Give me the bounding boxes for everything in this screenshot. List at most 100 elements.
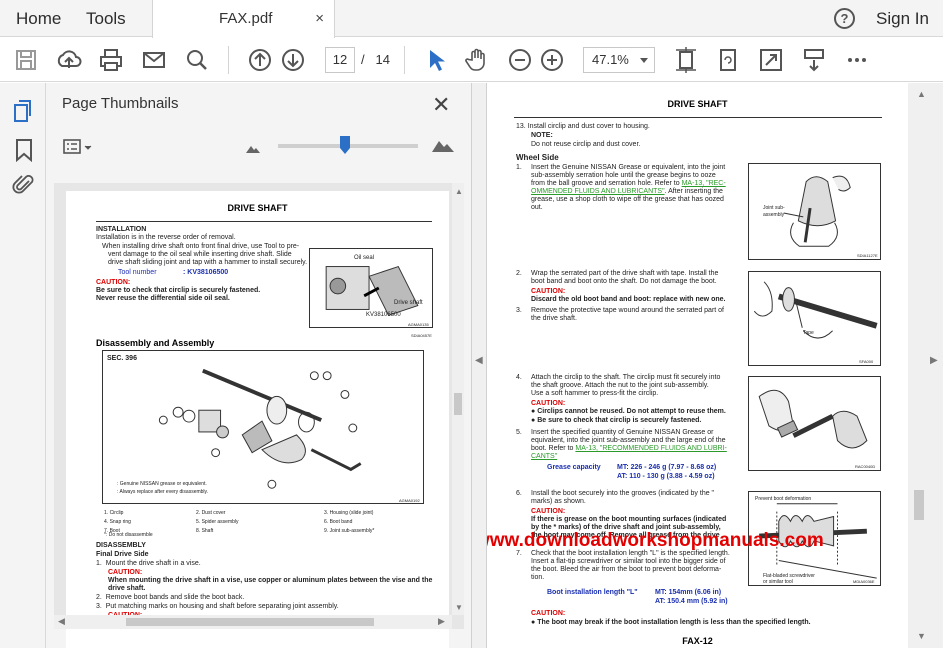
previous-page-icon[interactable]: [246, 46, 274, 74]
expand-right-arrow-icon[interactable]: ▶: [930, 355, 938, 366]
top-menu-bar: Home Tools FAX.pdf × ? Sign In: [0, 0, 943, 38]
scroll-down-icon[interactable]: ▼: [917, 631, 926, 641]
thumb-parts-list: 1. Circlip 2. Dust cover 3. Housing (sli…: [104, 509, 434, 537]
link-ma13-1[interactable]: MA-13, "REC-: [682, 180, 726, 187]
thumb-fig2-code: AGMA0192: [399, 498, 420, 503]
thumbnail-h-scrollbar[interactable]: ◀ ▶: [54, 615, 452, 629]
thumb-part-num: 6.: [324, 519, 329, 525]
document-view[interactable]: DRIVE SHAFT 13. Install circlip and dust…: [487, 83, 908, 648]
thumb-installation: INSTALLATION: [96, 226, 147, 233]
w1a: Insert the Genuine NISSAN Grease or equi…: [531, 164, 726, 171]
thumb-rule: [96, 221, 432, 222]
w7c: the boot. Bleed the air from the boot to…: [531, 566, 722, 573]
collapse-arrow-icon[interactable]: ◀: [475, 355, 483, 366]
thumb-fig1-code: AGMA0135: [408, 322, 429, 327]
email-icon[interactable]: [140, 46, 168, 74]
thumbnail-options-menu[interactable]: [62, 137, 94, 157]
panel-title: Page Thumbnails: [62, 95, 179, 112]
w6a: Install the boot securely into the groov…: [531, 490, 715, 497]
thumb-step1-caution-text: When mounting the drive shaft in a vise,…: [108, 577, 433, 584]
zoom-out-icon[interactable]: [506, 46, 534, 74]
w6-caution: CAUTION:: [531, 508, 566, 515]
page-thumbnails-icon[interactable]: [12, 99, 36, 125]
page-number-input[interactable]: 12: [325, 47, 355, 73]
save-icon[interactable]: [12, 46, 40, 74]
scrollbar-thumb[interactable]: [454, 393, 462, 415]
page-count: / 14: [361, 52, 390, 67]
thumb-tool-label: Tool number: [118, 269, 157, 276]
print-icon[interactable]: [97, 46, 125, 74]
fit-page-icon[interactable]: [672, 46, 700, 74]
page-thumbnail-12[interactable]: DRIVE SHAFT INSTALLATION Installation is…: [66, 191, 449, 651]
thumb-part-num: 1.: [104, 510, 109, 516]
scroll-mode-icon[interactable]: [800, 46, 828, 74]
thumb-fig1-ref: SDIA0457E: [411, 333, 432, 338]
thumb-step1: Mount the drive shaft in a vise.: [105, 560, 201, 567]
grease-mt: MT: 226 - 246 g (7.97 - 8.68 oz): [617, 464, 717, 471]
rotate-icon[interactable]: [714, 46, 742, 74]
more-options-icon[interactable]: [843, 46, 871, 74]
hand-tool-icon[interactable]: [463, 46, 491, 74]
document-scrollbar-thumb[interactable]: [914, 490, 924, 520]
thumb-caution-2: Never reuse the differential side oil se…: [96, 295, 230, 302]
thumb-part-name: Shaft: [201, 528, 214, 534]
step-13: Install circlip and dust cover to housin…: [527, 123, 650, 130]
document-tab[interactable]: FAX.pdf ×: [152, 0, 335, 38]
home-menu[interactable]: Home: [16, 9, 61, 29]
panel-close-icon[interactable]: ✕: [432, 92, 450, 118]
right-gutter: ▲ ▶ ▼: [908, 83, 943, 648]
tab-title: FAX.pdf: [219, 10, 273, 27]
small-thumbnail-icon[interactable]: [245, 141, 261, 153]
panel-collapse-bar[interactable]: ◀: [471, 83, 487, 648]
bookmark-icon[interactable]: [13, 138, 35, 163]
tools-menu[interactable]: Tools: [86, 9, 126, 29]
link-ma13-2[interactable]: MA-13, "RECOMMENDED FLUIDS AND LUBRI-: [575, 445, 726, 452]
thumbnail-scrollbar[interactable]: ▲ ▼: [452, 183, 464, 615]
zoom-select[interactable]: 47.1%: [583, 47, 655, 73]
fig-c-code: RAC0040D: [855, 464, 876, 469]
select-cursor-icon[interactable]: [421, 46, 449, 74]
zoom-in-icon[interactable]: [538, 46, 566, 74]
scroll-up-icon[interactable]: ▲: [455, 187, 463, 196]
tab-close-icon[interactable]: ×: [315, 10, 324, 27]
scroll-left-icon[interactable]: ◀: [58, 616, 65, 627]
w1b: sub-assembly serration hole until the gr…: [531, 172, 716, 179]
thumb-tool-number: : KV38106500: [183, 269, 229, 276]
thumbnails-panel: Page Thumbnails ✕ DRIVE SHAFT INSTALLATI…: [46, 83, 471, 651]
page-footer: FAX-12: [682, 636, 713, 646]
thumbnail-list[interactable]: DRIVE SHAFT INSTALLATION Installation is…: [54, 183, 464, 651]
thumb-part-name: Dust cover: [201, 510, 226, 516]
grease-at: AT: 110 - 130 g (3.88 - 4.59 oz): [617, 473, 715, 480]
final-caution-label: CAUTION:: [531, 610, 566, 617]
thumb-step3: Put matching marks on housing and shaft …: [105, 603, 339, 610]
attachment-icon[interactable]: [12, 173, 36, 197]
toolbar-divider: [404, 46, 405, 74]
w5c: boot. Refer to: [531, 445, 574, 452]
w3b: the drive shaft.: [531, 315, 577, 322]
slider-handle[interactable]: [340, 136, 350, 154]
thumb-part-name: Circlip: [109, 510, 124, 516]
thumb-step1-caution-text2: drive shaft.: [108, 585, 146, 592]
w2-caution: CAUTION:: [531, 288, 566, 295]
page-rule: [514, 117, 882, 118]
h-scrollbar-thumb[interactable]: [126, 618, 374, 626]
w1f: out.: [531, 204, 543, 211]
upload-cloud-icon[interactable]: [55, 46, 83, 74]
sign-in-link[interactable]: Sign In: [876, 9, 929, 29]
thumb-fig1-tool: KV38106500: [366, 312, 401, 318]
link-ma13-2b[interactable]: CANTS": [531, 453, 557, 460]
thumb-install-3: vent damage to the oil seal while insert…: [108, 251, 292, 258]
thumb-caution-1: Be sure to check that circlip is securel…: [96, 287, 261, 294]
help-icon[interactable]: ?: [834, 8, 855, 29]
thumb-sec: SEC. 396: [107, 355, 137, 362]
large-thumbnail-icon[interactable]: [431, 137, 455, 153]
link-ma13-1b[interactable]: OMMENDED FLUIDS AND LUBRICANTS": [531, 188, 665, 195]
scroll-up-icon[interactable]: ▲: [917, 89, 926, 99]
wheel-side-heading: Wheel Side: [516, 153, 559, 162]
search-icon[interactable]: [183, 46, 211, 74]
full-screen-icon[interactable]: [757, 46, 785, 74]
next-page-icon[interactable]: [279, 46, 307, 74]
scroll-down-icon[interactable]: ▼: [455, 603, 463, 612]
scroll-right-icon[interactable]: ▶: [438, 616, 445, 627]
final-caution-text: The boot may break if the boot installat…: [537, 619, 811, 626]
